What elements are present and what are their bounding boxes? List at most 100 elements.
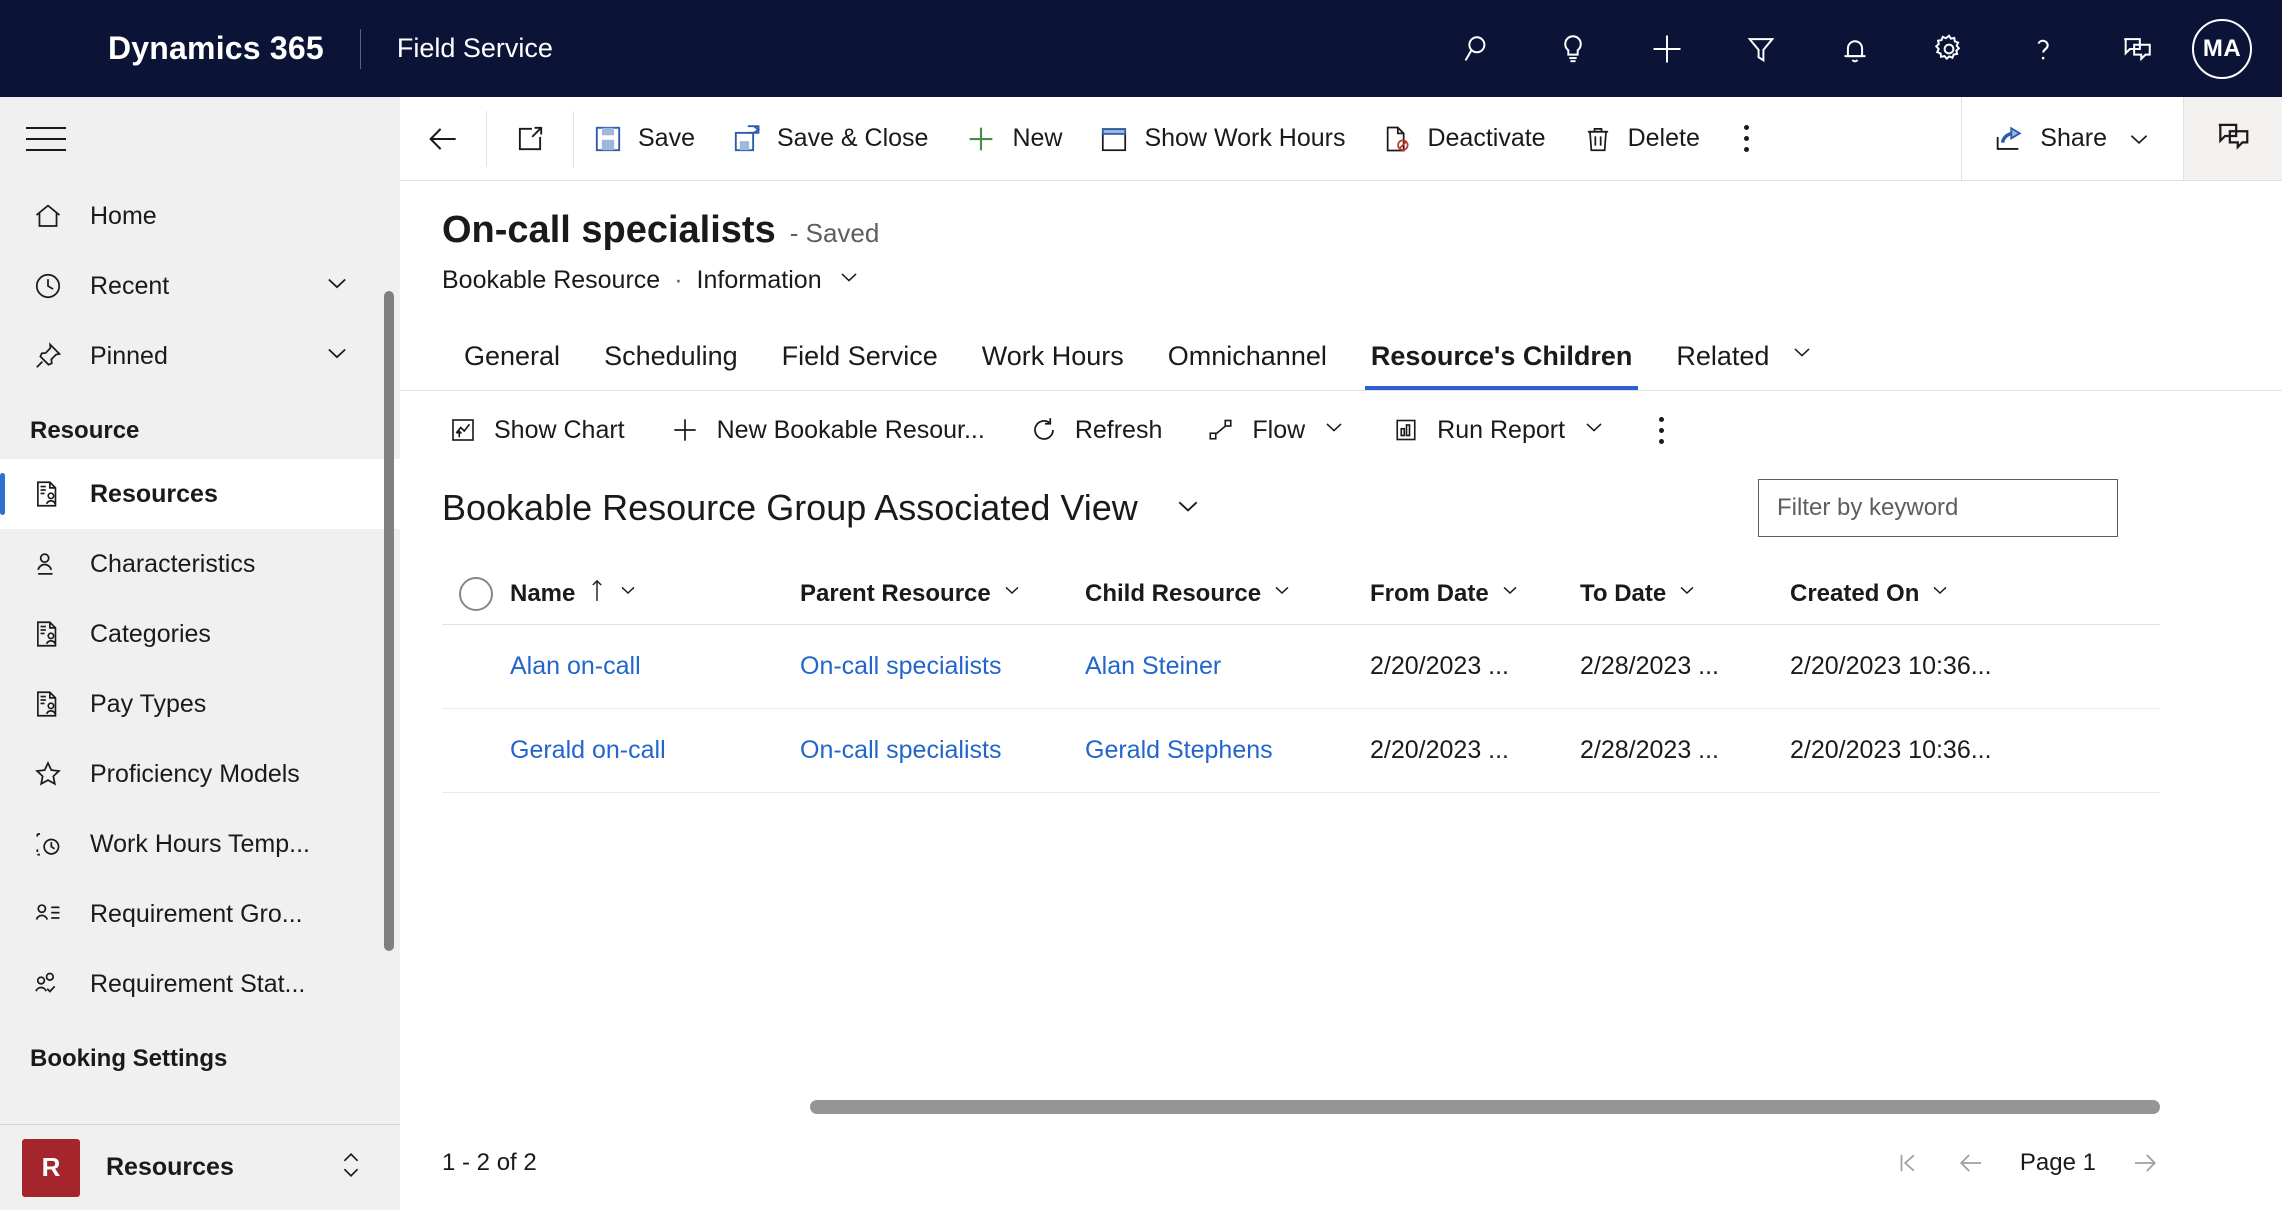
column-header-from-date[interactable]: From Date	[1370, 579, 1580, 608]
sidebar-item-categories[interactable]: Categories	[0, 599, 400, 669]
search-input[interactable]	[1777, 494, 2099, 522]
sidebar-item-proficiency-models[interactable]: Proficiency Models	[0, 739, 400, 809]
tab-general[interactable]: General	[442, 341, 582, 390]
plus-icon[interactable]	[1620, 0, 1714, 97]
horizontal-scrollbar-thumb[interactable]	[810, 1100, 2160, 1114]
search-input-wrapper[interactable]	[1758, 479, 2118, 537]
sidebar-item-pinned[interactable]: Pinned	[0, 321, 400, 391]
chat-icon[interactable]	[2090, 0, 2184, 97]
sidebar-item-pay-types[interactable]: Pay Types	[0, 669, 400, 739]
chevron-down-icon[interactable]	[1929, 579, 1951, 608]
chevron-down-icon[interactable]	[1271, 579, 1293, 608]
sidebar-item-requirement-status[interactable]: Requirement Stat...	[0, 949, 400, 1019]
select-all-checkbox[interactable]	[442, 576, 510, 611]
refresh-icon	[1029, 415, 1059, 445]
share-button[interactable]: Share	[1961, 97, 2184, 180]
sidebar-item-home[interactable]: Home	[0, 181, 400, 251]
cell-name[interactable]: Alan on-call	[510, 652, 800, 681]
save-and-close-button[interactable]: Save & Close	[713, 97, 946, 180]
chevron-down-icon[interactable]	[1172, 490, 1204, 527]
delete-button[interactable]: Delete	[1564, 97, 1718, 180]
sidebar-item-characteristics[interactable]: Characteristics	[0, 529, 400, 599]
sidebar-scrollbar[interactable]	[384, 291, 394, 951]
horizontal-scrollbar[interactable]	[810, 1100, 2160, 1114]
cell-child-resource[interactable]: Alan Steiner	[1085, 652, 1370, 681]
cell-parent-resource[interactable]: On-call specialists	[800, 736, 1085, 765]
flow-button[interactable]: Flow	[1184, 391, 1369, 469]
previous-page-icon[interactable]	[1956, 1148, 1986, 1178]
tab-scheduling[interactable]: Scheduling	[582, 341, 760, 390]
column-header-created-on[interactable]: Created On	[1790, 579, 2050, 608]
pagination: Page 1	[1894, 1148, 2160, 1178]
tab-related[interactable]: Related	[1654, 339, 1837, 390]
chat-panel-button[interactable]	[2184, 97, 2282, 180]
form-name[interactable]: Information	[697, 266, 822, 295]
search-icon[interactable]	[1432, 0, 1526, 97]
area-switcher[interactable]: R Resources	[0, 1124, 400, 1210]
cell-child-resource[interactable]: Gerald Stephens	[1085, 736, 1370, 765]
chevron-down-icon[interactable]	[1581, 414, 1607, 447]
cell-parent-resource[interactable]: On-call specialists	[800, 652, 1085, 681]
run-report-button[interactable]: Run Report	[1369, 391, 1629, 469]
subgrid-panel: Show Chart New Bookable Resour... Refres…	[400, 391, 2282, 1210]
chevron-down-icon[interactable]	[322, 338, 352, 375]
refresh-button[interactable]: Refresh	[1007, 391, 1185, 469]
chevron-down-icon[interactable]	[2125, 125, 2153, 153]
chevron-down-icon[interactable]	[836, 264, 862, 297]
chevron-down-icon[interactable]	[1001, 579, 1023, 608]
view-selector-label[interactable]: Bookable Resource Group Associated View	[442, 487, 1138, 529]
save-button[interactable]: Save	[574, 97, 713, 180]
sidebar-item-work-hours-templates[interactable]: Work Hours Temp...	[0, 809, 400, 879]
product-brand[interactable]: Dynamics 365	[108, 30, 324, 67]
sidebar-item-resources[interactable]: Resources	[0, 459, 400, 529]
sidebar-group-resource: Resource	[30, 417, 140, 444]
filter-icon[interactable]	[1714, 0, 1808, 97]
hamburger-menu-button[interactable]	[0, 97, 400, 181]
plus-icon	[964, 122, 998, 156]
help-icon[interactable]	[1996, 0, 2090, 97]
app-name[interactable]: Field Service	[397, 33, 553, 64]
chevron-down-icon[interactable]	[322, 268, 352, 305]
chevron-down-icon[interactable]	[1321, 414, 1347, 447]
column-header-name[interactable]: Name	[510, 578, 800, 609]
tab-field-service[interactable]: Field Service	[760, 341, 960, 390]
chevron-down-icon[interactable]	[1676, 579, 1698, 608]
tab-resources-children[interactable]: Resource's Children	[1349, 341, 1655, 390]
show-work-hours-button[interactable]: Show Work Hours	[1080, 97, 1363, 180]
new-bookable-resource-label: New Bookable Resour...	[716, 415, 985, 444]
gear-icon[interactable]	[1902, 0, 1996, 97]
chevron-down-icon[interactable]	[617, 579, 639, 608]
tab-omnichannel[interactable]: Omnichannel	[1146, 341, 1349, 390]
back-button[interactable]	[400, 120, 486, 158]
command-overflow-button[interactable]	[1718, 97, 1775, 180]
area-switcher-updown-icon[interactable]	[336, 1147, 366, 1188]
chevron-down-icon[interactable]	[1499, 579, 1521, 608]
lightbulb-icon[interactable]	[1526, 0, 1620, 97]
avatar[interactable]: MA	[2192, 18, 2252, 79]
new-button[interactable]: New	[946, 97, 1080, 180]
chevron-down-icon[interactable]	[1789, 341, 1815, 371]
sidebar-item-recent[interactable]: Recent	[0, 251, 400, 321]
flow-icon	[1206, 415, 1236, 445]
column-header-to-date[interactable]: To Date	[1580, 579, 1790, 608]
subgrid-overflow-button[interactable]	[1629, 391, 1686, 469]
column-header-child-resource[interactable]: Child Resource	[1085, 579, 1370, 608]
sidebar-item-label: Work Hours Temp...	[90, 829, 310, 858]
new-bookable-resource-button[interactable]: New Bookable Resour...	[647, 391, 1007, 469]
show-chart-button[interactable]: Show Chart	[426, 391, 647, 469]
deactivate-button[interactable]: Deactivate	[1363, 97, 1563, 180]
table-row[interactable]: Gerald on-call On-call specialists Geral…	[442, 709, 2160, 793]
first-page-icon[interactable]	[1894, 1149, 1922, 1177]
column-header-parent-resource[interactable]: Parent Resource	[800, 579, 1085, 608]
tab-work-hours[interactable]: Work Hours	[960, 341, 1146, 390]
table-row[interactable]: Alan on-call On-call specialists Alan St…	[442, 625, 2160, 709]
hamburger-icon	[26, 118, 66, 160]
pop-out-icon[interactable]	[487, 123, 573, 155]
bell-icon[interactable]	[1808, 0, 1902, 97]
cell-name[interactable]: Gerald on-call	[510, 736, 800, 765]
sidebar-item-label: Categories	[90, 619, 211, 648]
sidebar: Home Recent Pinned Resource Resources Ch…	[0, 97, 400, 1210]
new-button-label: New	[1012, 124, 1063, 152]
sidebar-item-requirement-groups[interactable]: Requirement Gro...	[0, 879, 400, 949]
next-page-icon[interactable]	[2130, 1148, 2160, 1178]
